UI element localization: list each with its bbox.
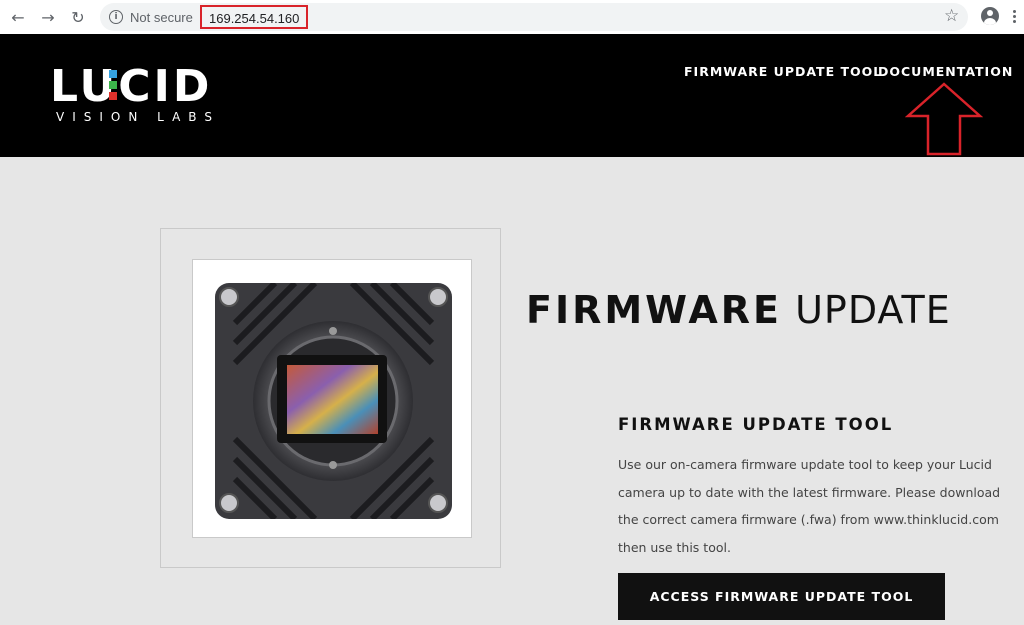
page-title: FIRMWARE UPDATE: [526, 288, 951, 332]
logo-color-bars-icon: [109, 70, 117, 100]
page-title-bold: FIRMWARE: [526, 288, 783, 332]
info-icon[interactable]: i: [109, 10, 123, 24]
arrow-right-icon[interactable]: →: [37, 6, 59, 28]
page-title-light: UPDATE: [795, 288, 951, 332]
site-header: LUCID VISION LABS FIRMWARE UPDATE TOOL D…: [0, 34, 1024, 157]
reload-icon[interactable]: ↻: [67, 6, 89, 28]
arrow-left-icon[interactable]: ←: [7, 6, 29, 28]
nav-firmware-update-tool[interactable]: FIRMWARE UPDATE TOOL: [684, 64, 882, 79]
tool-description: Use our on-camera firmware update tool t…: [618, 457, 1001, 556]
camera-image: [215, 283, 452, 519]
nav-documentation[interactable]: DOCUMENTATION: [878, 64, 1013, 79]
url-text[interactable]: 169.254.54.160: [200, 5, 309, 29]
kebab-menu-icon[interactable]: [1013, 10, 1016, 24]
logo-subtext: VISION LABS: [56, 110, 220, 124]
address-bar[interactable]: i Not secure 169.254.54.160: [100, 3, 968, 31]
security-label[interactable]: Not secure: [130, 10, 193, 25]
bookmark-star-icon[interactable]: ☆: [944, 6, 959, 26]
tool-heading: FIRMWARE UPDATE TOOL: [618, 415, 894, 434]
browser-toolbar: ← → ↻ i Not secure 169.254.54.160 ☆: [0, 0, 1024, 35]
annotation-arrow-icon: [905, 82, 983, 156]
account-icon[interactable]: [981, 7, 999, 25]
logo-text: LUCID: [50, 61, 213, 112]
lucid-logo[interactable]: LUCID VISION LABS: [50, 64, 245, 126]
access-firmware-update-tool-button[interactable]: ACCESS FIRMWARE UPDATE TOOL: [618, 573, 945, 620]
